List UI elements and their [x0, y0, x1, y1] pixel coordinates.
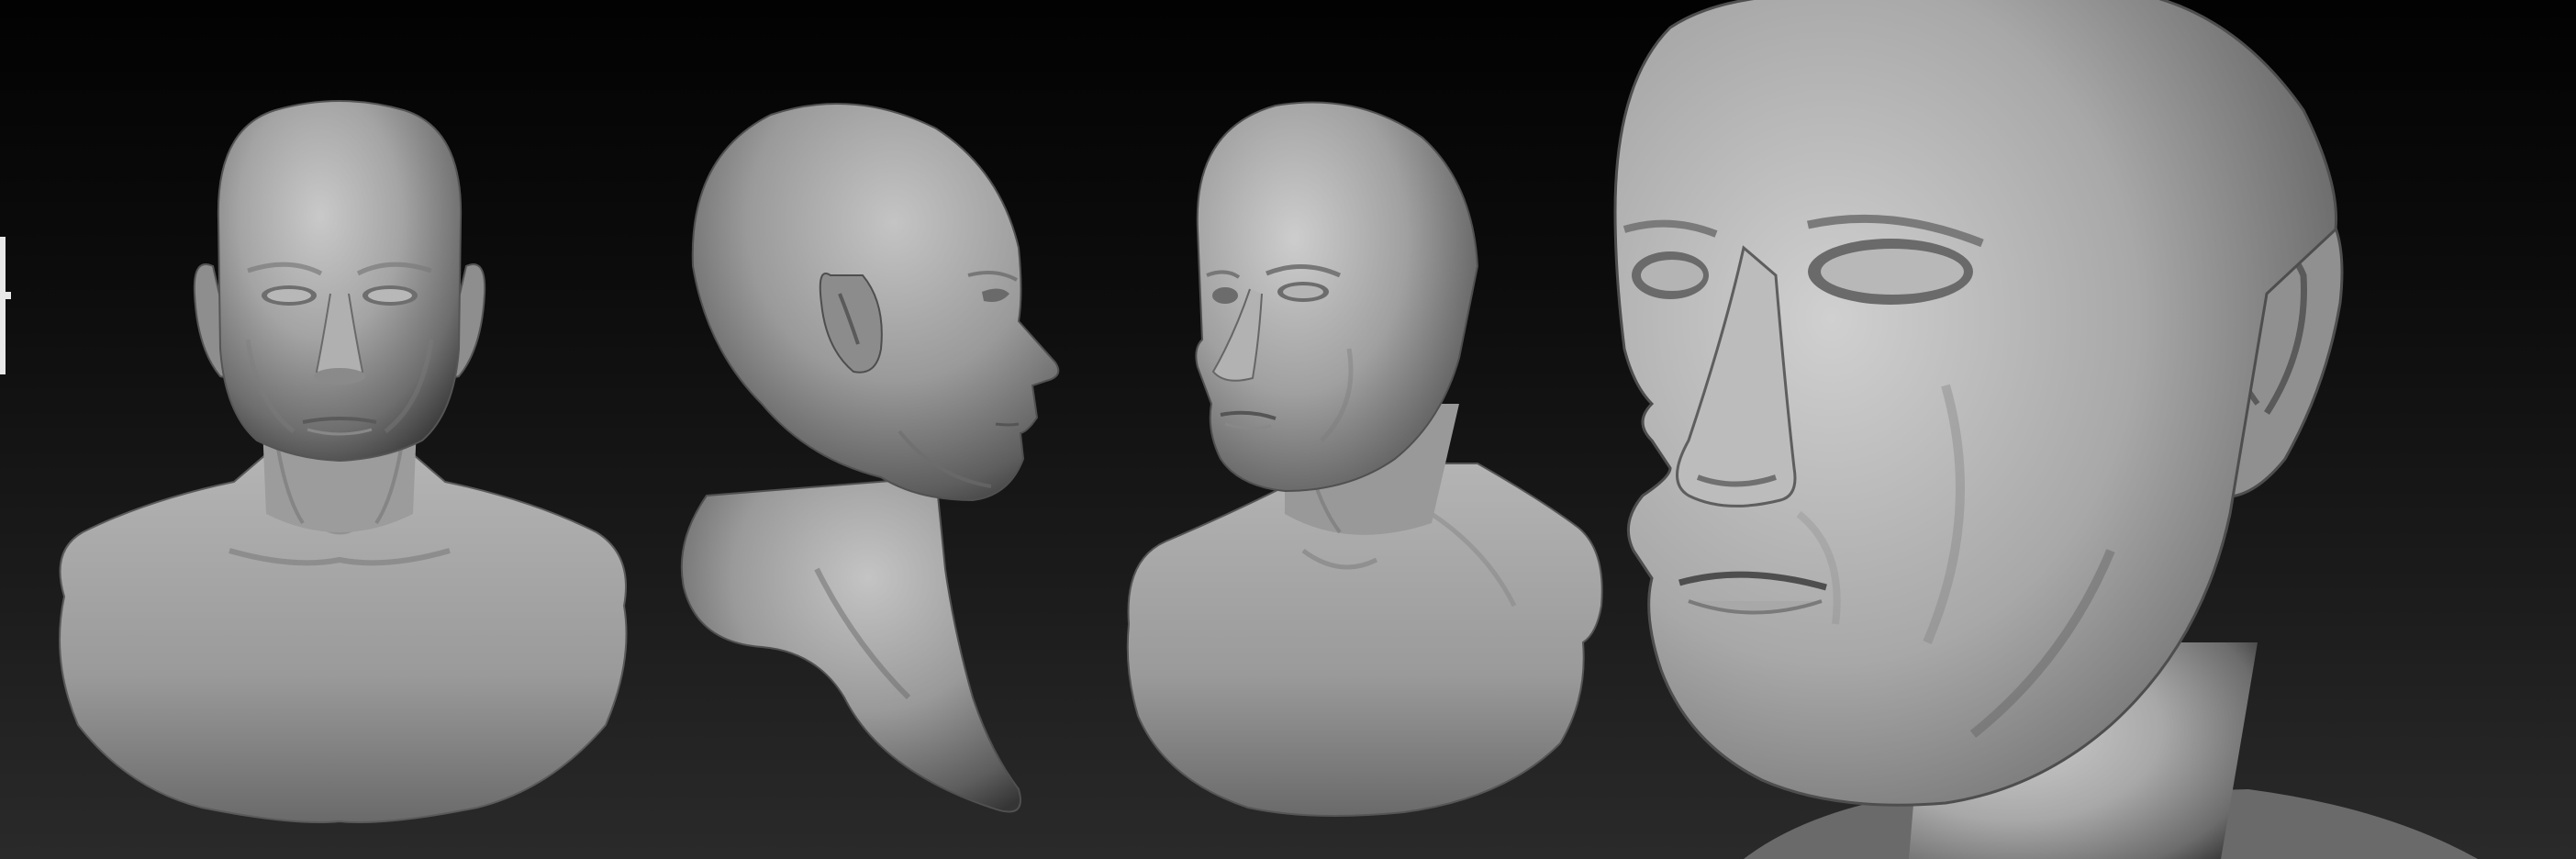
bust-three-quarter-view: [1126, 101, 1603, 817]
bust-side-profile-view: [680, 103, 1060, 813]
bust-front-view: [59, 100, 628, 823]
sculpt-renders: [0, 0, 2478, 859]
edge-marker: [0, 237, 11, 374]
bust-close-up-view: [1613, 0, 2478, 859]
sculpt-viewport[interactable]: [0, 0, 2576, 859]
